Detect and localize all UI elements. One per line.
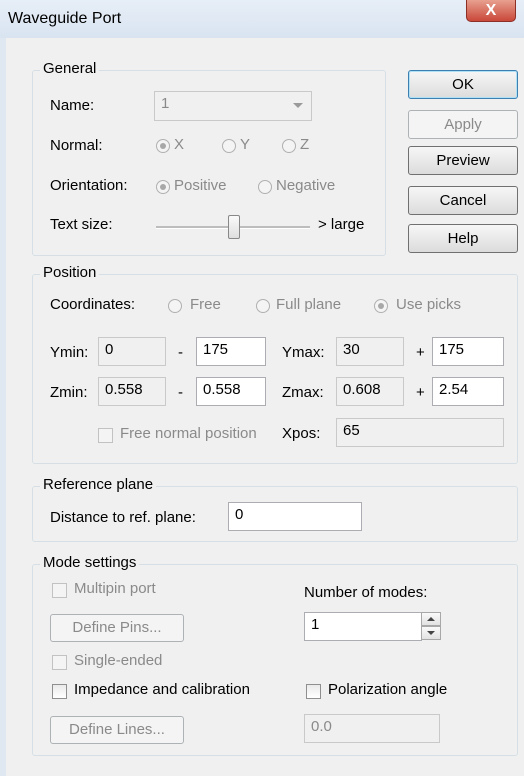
distance-label: Distance to ref. plane: xyxy=(50,509,196,526)
text-size-slider-thumb[interactable] xyxy=(228,215,240,239)
ymax-plus-sign: + xyxy=(416,344,425,361)
polarization-angle-field[interactable]: 0.0 xyxy=(304,714,440,743)
single-ended-checkbox[interactable] xyxy=(52,655,67,670)
zmin-minus-field[interactable]: 0.558 xyxy=(196,377,266,406)
define-pins-button[interactable]: Define Pins... xyxy=(50,614,184,642)
number-of-modes-field[interactable]: 1 xyxy=(304,612,422,641)
zmax-plus-sign: + xyxy=(416,384,425,401)
orientation-negative-radio[interactable] xyxy=(258,180,272,194)
name-label: Name: xyxy=(50,97,95,114)
close-button[interactable]: X xyxy=(466,0,516,22)
define-lines-button[interactable]: Define Lines... xyxy=(50,716,184,744)
apply-button[interactable]: Apply xyxy=(408,110,518,139)
window-frame-edge xyxy=(0,38,6,776)
coordinates-label: Coordinates: xyxy=(50,296,136,313)
arrow-up-icon xyxy=(427,617,435,621)
normal-y-label: Y xyxy=(240,136,251,153)
normal-label: Normal: xyxy=(50,137,103,154)
chevron-down-icon xyxy=(293,103,303,108)
name-dropdown[interactable]: 1 xyxy=(154,91,312,121)
single-ended-label: Single-ended xyxy=(74,652,163,669)
window-title: Waveguide Port xyxy=(8,10,122,27)
zmin-label: Zmin: xyxy=(50,384,88,401)
spin-up-button[interactable] xyxy=(421,612,441,626)
orientation-negative-label: Negative xyxy=(276,177,336,194)
orientation-positive-label: Positive xyxy=(174,177,227,194)
free-normal-position-checkbox[interactable] xyxy=(98,428,113,443)
impedance-calibration-label: Impedance and calibration xyxy=(74,681,250,698)
general-legend: General xyxy=(40,60,100,77)
normal-x-label: X xyxy=(174,136,185,153)
cancel-button[interactable]: Cancel xyxy=(408,186,518,215)
normal-x-radio[interactable] xyxy=(156,139,170,153)
number-of-modes-label: Number of modes: xyxy=(304,584,428,601)
free-normal-position-label: Free normal position xyxy=(120,425,257,442)
xpos-field[interactable]: 65 xyxy=(336,418,504,447)
multipin-port-label: Multipin port xyxy=(74,580,156,597)
polarization-angle-label: Polarization angle xyxy=(328,681,448,698)
help-button[interactable]: Help xyxy=(408,224,518,253)
normal-z-label: Z xyxy=(300,136,310,153)
coordinates-full-plane-label: Full plane xyxy=(276,296,342,313)
ok-button[interactable]: OK xyxy=(408,70,518,99)
title-bar: Waveguide Port X xyxy=(0,0,524,38)
impedance-calibration-checkbox[interactable] xyxy=(52,684,67,699)
coordinates-free-label: Free xyxy=(190,296,221,313)
spin-down-button[interactable] xyxy=(421,626,441,640)
multipin-port-checkbox[interactable] xyxy=(52,583,67,598)
orientation-positive-radio[interactable] xyxy=(156,180,170,194)
preview-button[interactable]: Preview xyxy=(408,146,518,175)
position-legend: Position xyxy=(40,264,100,281)
number-of-modes-spinner[interactable] xyxy=(421,612,441,641)
coordinates-full-plane-radio[interactable] xyxy=(256,299,270,313)
ymin-minus-sign: - xyxy=(178,344,183,361)
coordinates-use-picks-radio[interactable] xyxy=(374,299,388,313)
waveguide-port-dialog: Waveguide Port X General Name: 1 Normal:… xyxy=(0,0,524,776)
zmin-minus-sign: - xyxy=(178,384,183,401)
mode-settings-legend: Mode settings xyxy=(40,554,140,571)
zmax-label: Zmax: xyxy=(282,384,324,401)
arrow-down-icon xyxy=(427,631,435,635)
zmax-plus-field[interactable]: 2.54 xyxy=(432,377,504,406)
polarization-angle-checkbox[interactable] xyxy=(306,684,321,699)
ymax-label: Ymax: xyxy=(282,344,325,361)
distance-field[interactable]: 0 xyxy=(228,502,362,531)
normal-z-radio[interactable] xyxy=(282,139,296,153)
reference-plane-legend: Reference plane xyxy=(40,476,157,493)
zmin-field[interactable]: 0.558 xyxy=(98,377,166,406)
text-size-max-label: > large xyxy=(318,216,365,233)
zmax-field[interactable]: 0.608 xyxy=(336,377,404,406)
orientation-label: Orientation: xyxy=(50,177,128,194)
ymin-field[interactable]: 0 xyxy=(98,337,166,366)
ymax-plus-field[interactable]: 175 xyxy=(432,337,504,366)
ymax-field[interactable]: 30 xyxy=(336,337,404,366)
normal-y-radio[interactable] xyxy=(222,139,236,153)
text-size-label: Text size: xyxy=(50,216,113,233)
ymin-minus-field[interactable]: 175 xyxy=(196,337,266,366)
ymin-label: Ymin: xyxy=(50,344,89,361)
coordinates-use-picks-label: Use picks xyxy=(396,296,462,313)
coordinates-free-radio[interactable] xyxy=(168,299,182,313)
xpos-label: Xpos: xyxy=(282,425,321,442)
name-value: 1 xyxy=(161,95,170,112)
